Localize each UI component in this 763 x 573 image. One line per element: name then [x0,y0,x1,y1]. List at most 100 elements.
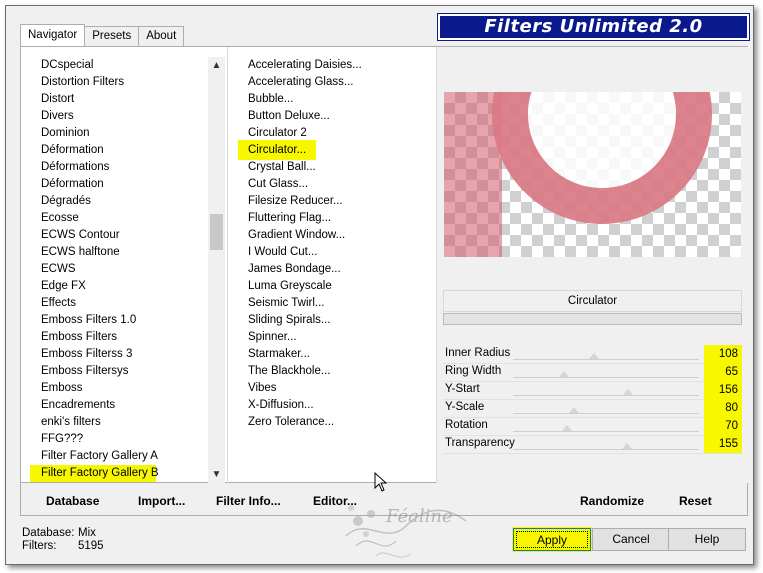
category-item[interactable]: DCspecial [35,57,99,74]
filter-item[interactable]: Circulator... [238,140,317,160]
filter-item[interactable]: Sliding Spirals... [242,312,336,329]
param-row[interactable]: Rotation 70 [443,417,742,435]
param-value[interactable]: 156 [704,381,742,399]
filter-item[interactable]: I Would Cut... [242,244,323,261]
current-filter-name: Circulator [443,290,742,312]
category-item[interactable]: Emboss Filters 1.0 [35,312,142,329]
category-item[interactable]: Déformation [35,142,110,159]
param-label: Y-Scale [445,401,485,413]
category-item[interactable]: ECWS [35,261,82,278]
category-scrollbar[interactable]: ▲ ▼ [208,57,225,483]
param-slider-handle[interactable] [622,443,633,449]
filter-item[interactable]: James Bondage... [242,261,347,278]
filter-item[interactable]: Filesize Reducer... [242,193,349,210]
app-title: Filters Unlimited 2.0 [437,13,750,41]
category-item[interactable]: Filter Factory Gallery B [30,465,159,482]
filter-settings-pane: Circulator Inner Radius 108 Ring Width 65 Y-… [437,47,749,483]
category-item[interactable]: Emboss [35,380,89,397]
category-item[interactable]: Emboss Filterss 3 [35,346,138,363]
watermark-signature: Féaline [386,506,453,527]
help-button[interactable]: Help [668,528,746,551]
filter-item[interactable]: Accelerating Daisies... [242,57,368,74]
param-value[interactable]: 108 [704,345,742,363]
tab-navigator[interactable]: Navigator [20,24,86,46]
category-item[interactable]: Dominion [35,125,96,142]
apply-button-label: Apply [516,531,588,548]
reset-button[interactable]: Reset [679,494,712,508]
progress-bar [443,313,742,325]
category-item[interactable]: Effects [35,295,82,312]
param-slider-handle[interactable] [569,407,580,413]
param-label: Rotation [445,419,488,431]
scroll-thumb[interactable] [210,214,223,250]
filter-item[interactable]: Luma Greyscale [242,278,338,295]
category-item[interactable]: Emboss Filters [35,329,123,346]
category-list[interactable]: DCspecial Distortion Filters Distort Divers… [21,47,215,483]
category-item[interactable]: Déformations [35,159,115,176]
import-button[interactable]: Import... [138,494,185,508]
filter-item[interactable]: Spinner... [242,329,303,346]
category-item[interactable]: Ecosse [35,210,85,227]
param-value[interactable]: 65 [704,363,742,381]
scroll-up-icon[interactable]: ▲ [208,57,225,74]
param-slider-track[interactable] [513,395,699,396]
param-slider-handle[interactable] [623,389,634,395]
filter-list[interactable]: Accelerating Daisies... Accelerating Glas… [228,47,428,483]
param-slider-track[interactable] [513,377,699,378]
tab-about[interactable]: About [138,26,185,46]
filter-item[interactable]: Seismic Twirl... [242,295,330,312]
category-item[interactable]: enki's filters [35,414,107,431]
scroll-down-icon[interactable]: ▼ [208,466,225,483]
param-row[interactable]: Ring Width 65 [443,363,742,381]
category-item[interactable]: Emboss Filtersys [35,363,135,380]
category-item[interactable]: Déformation [35,176,110,193]
param-row[interactable]: Y-Scale 80 [443,399,742,417]
category-item[interactable]: FFG??? [35,431,89,448]
param-value[interactable]: 70 [704,417,742,435]
filter-item[interactable]: Zero Tolerance... [242,414,340,431]
category-item[interactable]: Encadrements [35,397,121,414]
category-item[interactable]: Edge FX [35,278,92,295]
filters-unlimited-window: Filters Unlimited 2.0 Navigator Presets … [5,5,754,565]
filter-item[interactable]: Bubble... [242,91,299,108]
param-slider-track[interactable] [513,413,699,414]
filter-item[interactable]: Cut Glass... [242,176,314,193]
randomize-button[interactable]: Randomize [580,494,644,508]
param-row[interactable]: Inner Radius 108 [443,345,742,363]
param-slider-track[interactable] [513,449,699,450]
status-area: Database: Mix Filters: 5195 [22,527,104,553]
category-item[interactable]: Dégradés [35,193,97,210]
param-row[interactable]: Y-Start 156 [443,381,742,399]
param-separator [443,453,742,454]
database-button[interactable]: Database [46,494,99,508]
apply-button[interactable]: Apply [512,527,592,552]
filter-info-button[interactable]: Filter Info... [216,494,281,508]
param-value[interactable]: 155 [704,435,742,453]
param-value[interactable]: 80 [704,399,742,417]
filters-count: 5195 [78,540,104,552]
filter-item[interactable]: Fluttering Flag... [242,210,337,227]
category-item[interactable]: Filter Factory Gallery A [35,448,164,465]
filter-item[interactable]: Accelerating Glass... [242,74,359,91]
mouse-cursor-icon [374,472,388,492]
param-slider-handle[interactable] [589,353,600,359]
filter-item[interactable]: The Blackhole... [242,363,336,380]
filter-item[interactable]: Button Deluxe... [242,108,336,125]
category-item[interactable]: Distort [35,91,80,108]
param-slider-handle[interactable] [562,425,573,431]
filter-item[interactable]: Crystal Ball... [242,159,322,176]
filter-item[interactable]: Gradient Window... [242,227,351,244]
param-slider-track[interactable] [513,431,699,432]
filter-item[interactable]: Vibes [242,380,283,397]
param-row[interactable]: Transparency 155 [443,435,742,453]
tab-presets[interactable]: Presets [84,26,140,46]
category-item[interactable]: ECWS Contour [35,227,126,244]
category-item[interactable]: Distortion Filters [35,74,130,91]
category-item[interactable]: Divers [35,108,80,125]
filter-item[interactable]: Starmaker... [242,346,316,363]
param-slider-track[interactable] [513,359,699,360]
category-item[interactable]: ECWS halftone [35,244,126,261]
filter-item[interactable]: X-Diffusion... [242,397,320,414]
cancel-button[interactable]: Cancel [592,528,670,551]
param-slider-handle[interactable] [558,371,569,377]
